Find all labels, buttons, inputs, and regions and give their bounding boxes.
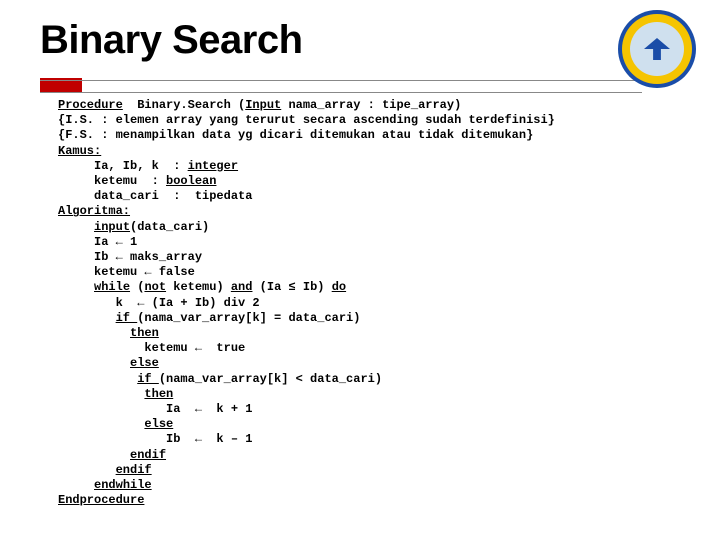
comment-fs: {F.S. : menampilkan data yg dicari ditem… xyxy=(58,128,533,142)
kw-procedure: Procedure xyxy=(58,98,123,112)
slide-title: Binary Search xyxy=(0,0,720,69)
kw-if-2: if xyxy=(137,372,159,386)
kw-then-2: then xyxy=(144,387,173,401)
kw-input-call: input xyxy=(94,220,130,234)
kw-algoritma: Algoritma: xyxy=(58,204,130,218)
kw-endprocedure: Endprocedure xyxy=(58,493,144,507)
kw-kamus: Kamus: xyxy=(58,144,101,158)
kw-endwhile: endwhile xyxy=(94,478,152,492)
kw-else-2: else xyxy=(144,417,173,431)
kw-do: do xyxy=(332,280,346,294)
comment-is: {I.S. : elemen array yang terurut secara… xyxy=(58,113,555,127)
kw-while: while xyxy=(94,280,130,294)
kw-endif-2: endif xyxy=(116,463,152,477)
kw-else: else xyxy=(130,356,159,370)
kw-and: and xyxy=(231,280,253,294)
kw-boolean: boolean xyxy=(166,174,216,188)
kw-input: Input xyxy=(245,98,281,112)
kw-then: then xyxy=(130,326,159,340)
kw-not: not xyxy=(144,280,166,294)
pseudocode-block: Procedure Binary.Search (Input nama_arra… xyxy=(58,98,678,508)
title-rule-bottom xyxy=(40,92,642,93)
kw-endif: endif xyxy=(130,448,166,462)
university-logo xyxy=(618,10,696,88)
title-rule-top xyxy=(40,80,642,81)
kw-if: if xyxy=(116,311,138,325)
kw-integer: integer xyxy=(188,159,238,173)
